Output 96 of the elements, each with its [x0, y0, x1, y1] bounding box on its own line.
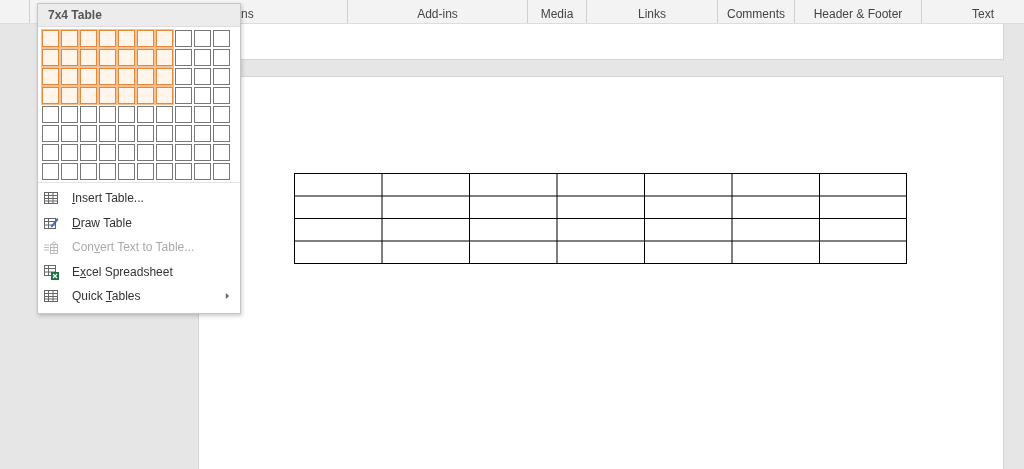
- grid-cell[interactable]: [137, 68, 154, 85]
- grid-cell[interactable]: [175, 163, 192, 180]
- grid-cell[interactable]: [99, 49, 116, 66]
- grid-cell[interactable]: [80, 106, 97, 123]
- ribbon-group-label: Links: [638, 7, 666, 21]
- grid-cell[interactable]: [213, 68, 230, 85]
- grid-cell[interactable]: [61, 125, 78, 142]
- menu-title: 7x4 Table: [38, 4, 240, 27]
- grid-cell[interactable]: [194, 125, 211, 142]
- grid-cell[interactable]: [61, 163, 78, 180]
- grid-cell[interactable]: [99, 106, 116, 123]
- grid-cell[interactable]: [61, 144, 78, 161]
- grid-cell[interactable]: [80, 49, 97, 66]
- grid-cell[interactable]: [194, 144, 211, 161]
- grid-cell[interactable]: [42, 106, 59, 123]
- grid-cell[interactable]: [156, 106, 173, 123]
- grid-cell[interactable]: [137, 163, 154, 180]
- grid-cell[interactable]: [99, 68, 116, 85]
- grid-cell[interactable]: [194, 49, 211, 66]
- grid-cell[interactable]: [61, 49, 78, 66]
- menu-item[interactable]: Excel Spreadsheet: [38, 259, 240, 284]
- table-icon: [43, 288, 59, 305]
- ribbon-group-label: ns: [241, 7, 254, 21]
- grid-cell[interactable]: [213, 30, 230, 47]
- grid-cell[interactable]: [99, 144, 116, 161]
- ribbon-group-label: Media: [540, 7, 574, 21]
- grid-cell[interactable]: [99, 125, 116, 142]
- grid-cell[interactable]: [213, 106, 230, 123]
- grid-cell[interactable]: [156, 68, 173, 85]
- grid-cell[interactable]: [80, 68, 97, 85]
- grid-cell[interactable]: [137, 106, 154, 123]
- grid-cell[interactable]: [194, 163, 211, 180]
- grid-cell[interactable]: [80, 125, 97, 142]
- grid-cell[interactable]: [42, 30, 59, 47]
- grid-cell[interactable]: [213, 87, 230, 104]
- grid-cell[interactable]: [42, 87, 59, 104]
- ribbon-group-label: Text: [972, 7, 994, 21]
- grid-cell[interactable]: [156, 87, 173, 104]
- grid-cell[interactable]: [156, 125, 173, 142]
- grid-cell[interactable]: [175, 30, 192, 47]
- grid-cell[interactable]: [99, 163, 116, 180]
- grid-cell[interactable]: [61, 87, 78, 104]
- grid-cell[interactable]: [194, 30, 211, 47]
- grid-cell[interactable]: [61, 106, 78, 123]
- grid-cell[interactable]: [156, 49, 173, 66]
- grid-cell[interactable]: [118, 30, 135, 47]
- grid-cell[interactable]: [118, 125, 135, 142]
- spreadsheet-icon: [43, 263, 59, 280]
- grid-cell[interactable]: [175, 68, 192, 85]
- grid-cell[interactable]: [118, 68, 135, 85]
- grid-cell[interactable]: [175, 144, 192, 161]
- menu-item[interactable]: Draw Table: [38, 210, 240, 235]
- grid-cell[interactable]: [42, 163, 59, 180]
- grid-cell[interactable]: [137, 49, 154, 66]
- grid-cell[interactable]: [137, 87, 154, 104]
- grid-cell[interactable]: [99, 30, 116, 47]
- grid-cell[interactable]: [213, 144, 230, 161]
- grid-cell[interactable]: [118, 144, 135, 161]
- menu-item[interactable]: Quick Tables: [38, 284, 240, 309]
- grid-cell[interactable]: [80, 30, 97, 47]
- grid-cell[interactable]: [99, 87, 116, 104]
- grid-cell[interactable]: [42, 68, 59, 85]
- grid-cell[interactable]: [175, 87, 192, 104]
- grid-cell[interactable]: [175, 125, 192, 142]
- grid-cell[interactable]: [42, 125, 59, 142]
- grid-cell[interactable]: [175, 106, 192, 123]
- grid-cell[interactable]: [194, 106, 211, 123]
- grid-cell[interactable]: [42, 144, 59, 161]
- grid-cell[interactable]: [156, 144, 173, 161]
- grid-cell[interactable]: [118, 106, 135, 123]
- grid-cell[interactable]: [194, 68, 211, 85]
- grid-cell[interactable]: [80, 163, 97, 180]
- grid-cell[interactable]: [137, 125, 154, 142]
- grid-cell[interactable]: [42, 49, 59, 66]
- grid-cell[interactable]: [118, 87, 135, 104]
- grid-cell[interactable]: [156, 163, 173, 180]
- grid-cell[interactable]: [137, 30, 154, 47]
- ribbon-group-label: Comments: [727, 7, 785, 21]
- ribbon-group-label: Add-ins: [417, 7, 458, 21]
- ribbon-group-label: Header & Footer: [813, 7, 903, 21]
- grid-cell[interactable]: [175, 49, 192, 66]
- grid-cell[interactable]: [137, 144, 154, 161]
- grid-cell[interactable]: [213, 49, 230, 66]
- grid-cell[interactable]: [213, 125, 230, 142]
- grid-cell[interactable]: [118, 163, 135, 180]
- text-table-icon: [43, 239, 59, 256]
- grid-cell[interactable]: [80, 87, 97, 104]
- grid-cell[interactable]: [194, 87, 211, 104]
- grid-cell[interactable]: [118, 49, 135, 66]
- grid-cell[interactable]: [80, 144, 97, 161]
- grid-cell[interactable]: [156, 30, 173, 47]
- grid-cell[interactable]: [61, 30, 78, 47]
- menu-item[interactable]: Insert Table...: [38, 186, 240, 211]
- table-icon: [43, 190, 59, 207]
- grid-cell[interactable]: [61, 68, 78, 85]
- grid-cell[interactable]: [213, 163, 230, 180]
